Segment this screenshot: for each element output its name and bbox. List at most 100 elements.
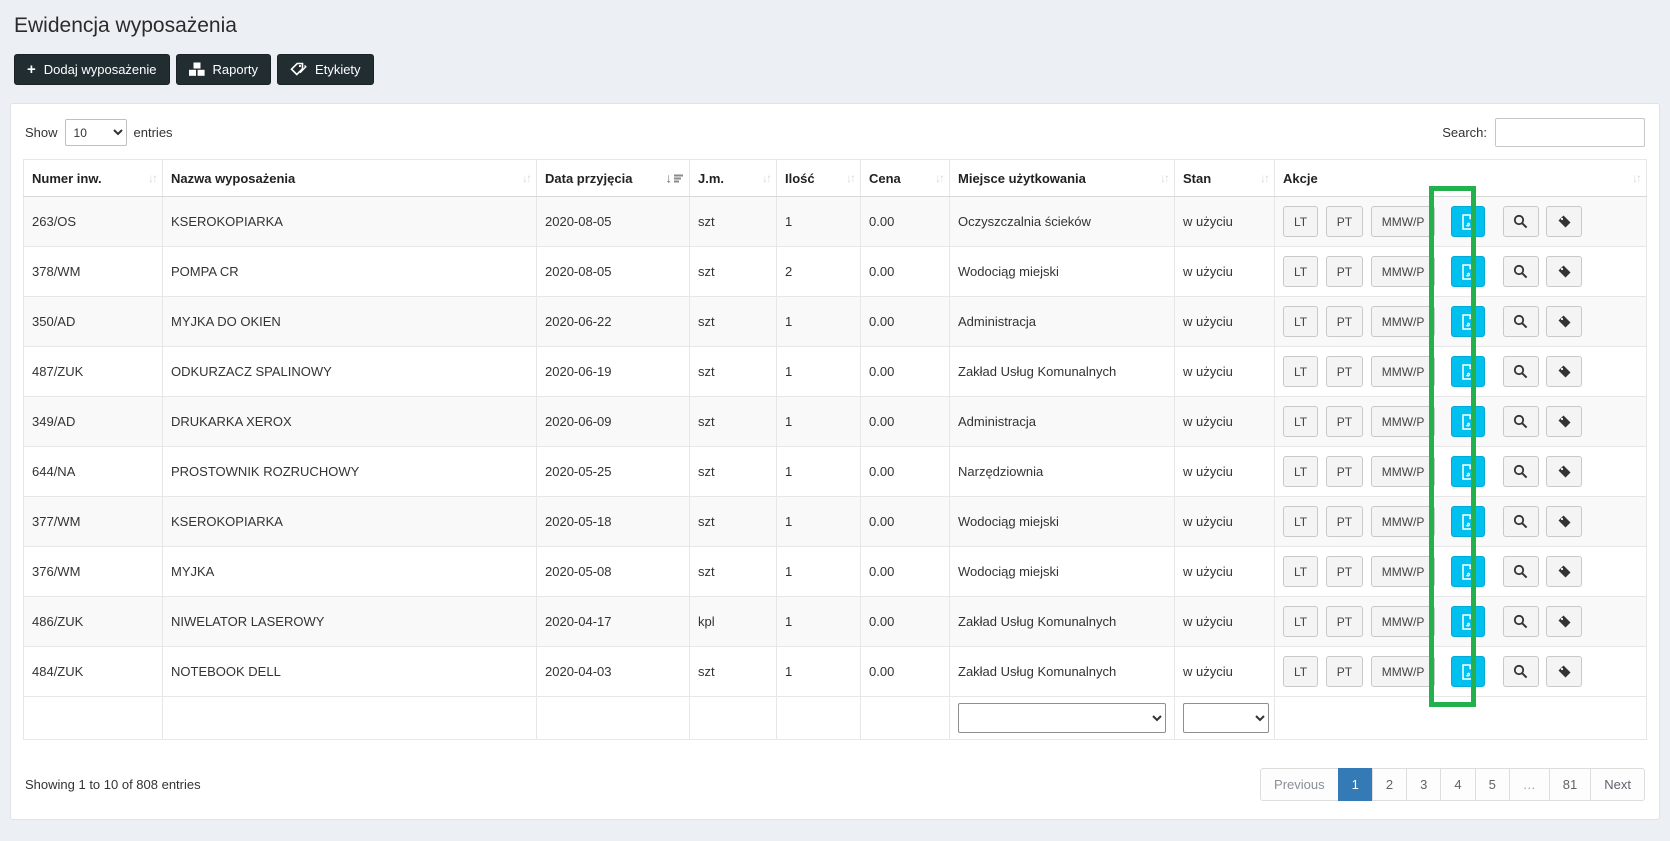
mmwp-button[interactable]: MMW/P — [1370, 256, 1436, 287]
pdf-export-button[interactable] — [1451, 506, 1485, 537]
table-row: 263/OS KSEROKOPIARKA 2020-08-05 szt 1 0.… — [23, 196, 1647, 247]
pdf-export-button[interactable] — [1451, 306, 1485, 337]
pagination-page-5[interactable]: 5 — [1474, 768, 1510, 801]
pagination-page-81[interactable]: 81 — [1548, 768, 1592, 801]
pdf-export-button[interactable] — [1451, 406, 1485, 437]
cell-nazwa: KSEROKOPIARKA — [162, 196, 537, 247]
lt-button[interactable]: LT — [1283, 406, 1319, 437]
pt-button[interactable]: PT — [1325, 256, 1364, 287]
pagination-ellipsis: … — [1508, 768, 1550, 801]
label-button[interactable] — [1546, 456, 1583, 487]
column-header-numer-inw[interactable]: Numer inw. ↓↑ — [23, 159, 163, 197]
label-button[interactable] — [1546, 256, 1583, 287]
details-search-button[interactable] — [1502, 606, 1539, 637]
label-button[interactable] — [1546, 406, 1583, 437]
column-header-akcje[interactable]: Akcje ↓↑ — [1274, 159, 1647, 197]
lt-button[interactable]: LT — [1283, 256, 1319, 287]
search-input[interactable] — [1495, 118, 1645, 147]
column-header-ilosc[interactable]: Ilość ↓↑ — [776, 159, 861, 197]
column-header-jm[interactable]: J.m. ↓↑ — [689, 159, 777, 197]
search-icon — [1513, 614, 1528, 629]
details-search-button[interactable] — [1502, 456, 1539, 487]
details-search-button[interactable] — [1502, 406, 1539, 437]
filter-stan-select[interactable] — [1183, 703, 1269, 733]
column-header-cena[interactable]: Cena ↓↑ — [860, 159, 950, 197]
cell-stan: w użyciu — [1174, 196, 1275, 247]
mmwp-button[interactable]: MMW/P — [1370, 406, 1436, 437]
lt-button[interactable]: LT — [1283, 506, 1319, 537]
column-header-miejsce[interactable]: Miejsce użytkowania ↓↑ — [949, 159, 1175, 197]
pdf-export-button[interactable] — [1451, 206, 1485, 237]
lt-button[interactable]: LT — [1283, 356, 1319, 387]
pdf-export-button[interactable] — [1451, 556, 1485, 587]
reports-button[interactable]: Raporty — [175, 54, 272, 85]
cell-jm: szt — [689, 246, 777, 297]
mmwp-button[interactable]: MMW/P — [1370, 206, 1436, 237]
lt-button[interactable]: LT — [1283, 656, 1319, 687]
cell-numer: 644/NA — [23, 446, 163, 497]
pagination-page-1[interactable]: 1 — [1337, 768, 1373, 801]
cell-numer: 484/ZUK — [23, 646, 163, 697]
column-header-nazwa[interactable]: Nazwa wyposażenia ↓↑ — [162, 159, 537, 197]
page-title: Ewidencja wyposażenia — [14, 14, 237, 37]
pt-button[interactable]: PT — [1325, 406, 1364, 437]
label-button[interactable] — [1546, 306, 1583, 337]
pt-button[interactable]: PT — [1325, 656, 1364, 687]
pt-button[interactable]: PT — [1325, 306, 1364, 337]
mmwp-button[interactable]: MMW/P — [1370, 306, 1436, 337]
label-button[interactable] — [1546, 206, 1583, 237]
page: Ewidencja wyposażenia + Dodaj wyposażeni… — [0, 0, 1670, 841]
pagination-next[interactable]: Next — [1590, 768, 1645, 801]
pagination-page-3[interactable]: 3 — [1406, 768, 1442, 801]
details-search-button[interactable] — [1502, 556, 1539, 587]
add-equipment-button[interactable]: + Dodaj wyposażenie — [14, 54, 170, 85]
pt-button[interactable]: PT — [1325, 556, 1364, 587]
details-search-button[interactable] — [1502, 256, 1539, 287]
pt-button[interactable]: PT — [1325, 606, 1364, 637]
pt-button[interactable]: PT — [1325, 206, 1364, 237]
pagination-page-2[interactable]: 2 — [1371, 768, 1408, 801]
pt-button[interactable]: PT — [1325, 506, 1364, 537]
cell-numer: 350/AD — [23, 296, 163, 347]
mmwp-button[interactable]: MMW/P — [1370, 456, 1436, 487]
pt-button[interactable]: PT — [1325, 456, 1364, 487]
labels-button[interactable]: Etykiety — [277, 54, 374, 85]
cell-nazwa: KSEROKOPIARKA — [162, 496, 537, 547]
lt-button[interactable]: LT — [1283, 456, 1319, 487]
page-length-select[interactable]: 10 — [64, 119, 127, 146]
pdf-export-button[interactable] — [1451, 656, 1485, 687]
details-search-button[interactable] — [1502, 206, 1539, 237]
label-button[interactable] — [1546, 606, 1583, 637]
label-button[interactable] — [1546, 506, 1583, 537]
cell-miejsce: Wodociąg miejski — [949, 246, 1175, 297]
details-search-button[interactable] — [1502, 306, 1539, 337]
mmwp-button[interactable]: MMW/P — [1370, 606, 1436, 637]
pdf-export-button[interactable] — [1451, 456, 1485, 487]
lt-button[interactable]: LT — [1283, 556, 1319, 587]
mmwp-button[interactable]: MMW/P — [1370, 356, 1436, 387]
lt-button[interactable]: LT — [1283, 306, 1319, 337]
pdf-export-button[interactable] — [1451, 356, 1485, 387]
label-button[interactable] — [1546, 656, 1583, 687]
mmwp-button[interactable]: MMW/P — [1370, 656, 1436, 687]
label-button[interactable] — [1546, 356, 1583, 387]
details-search-button[interactable] — [1502, 506, 1539, 537]
pagination-previous[interactable]: Previous — [1260, 768, 1339, 801]
column-header-stan[interactable]: Stan ↓↑ — [1174, 159, 1275, 197]
cell-akcje: LT PT MMW/P — [1274, 596, 1647, 647]
details-search-button[interactable] — [1502, 356, 1539, 387]
pdf-export-button[interactable] — [1451, 256, 1485, 287]
column-header-data-przyjecia[interactable]: Data przyjęcia ↓ — [536, 159, 690, 197]
filter-miejsce-select[interactable] — [958, 703, 1166, 733]
pdf-file-icon — [1461, 313, 1475, 330]
label-button[interactable] — [1546, 556, 1583, 587]
lt-button[interactable]: LT — [1283, 606, 1319, 637]
lt-button[interactable]: LT — [1283, 206, 1319, 237]
pdf-export-button[interactable] — [1451, 606, 1485, 637]
details-search-button[interactable] — [1502, 656, 1539, 687]
cell-data: 2020-06-22 — [536, 296, 690, 347]
pt-button[interactable]: PT — [1325, 356, 1364, 387]
pagination-page-4[interactable]: 4 — [1440, 768, 1476, 801]
mmwp-button[interactable]: MMW/P — [1370, 506, 1436, 537]
mmwp-button[interactable]: MMW/P — [1370, 556, 1436, 587]
